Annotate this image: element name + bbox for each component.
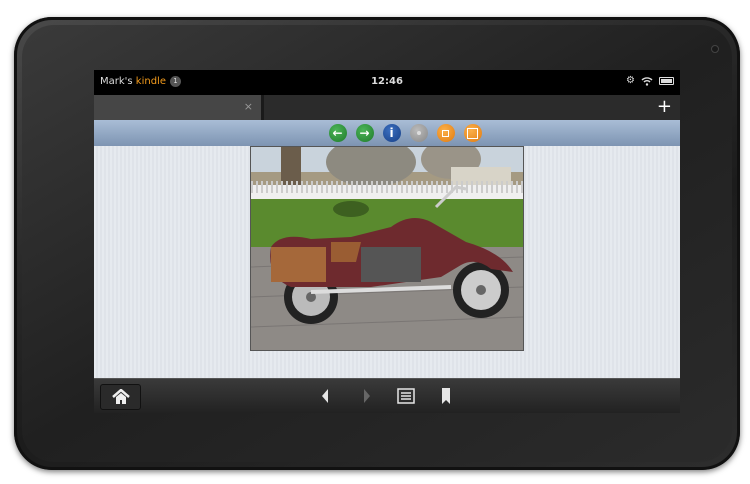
gear-icon[interactable]: ⚙ [626, 75, 635, 86]
forward-arrow-icon[interactable]: → [355, 124, 374, 142]
clock: 12:46 [371, 76, 403, 87]
back-icon[interactable] [320, 388, 330, 404]
disabled-dot-icon[interactable] [409, 124, 428, 142]
home-icon [111, 389, 130, 404]
wifi-icon[interactable] [641, 76, 653, 86]
battery-icon[interactable] [659, 76, 674, 85]
new-tab-button[interactable]: + [657, 96, 672, 117]
small-square-icon[interactable] [436, 124, 455, 142]
info-icon[interactable]: i [382, 124, 401, 142]
large-square-icon[interactable] [463, 124, 482, 142]
screen: Mark's kindle 1 12:46 ⚙ × + ← → i [94, 70, 680, 413]
forward-icon[interactable] [362, 388, 372, 404]
back-arrow-icon[interactable]: ← [328, 124, 347, 142]
camera [711, 45, 719, 53]
bookmark-icon[interactable] [441, 388, 451, 405]
home-button[interactable] [100, 384, 141, 410]
browser-tab[interactable]: × [94, 95, 264, 120]
bottom-navigation-bar [94, 378, 680, 413]
motorcycle-photo[interactable] [250, 137, 524, 351]
close-tab-icon[interactable]: × [244, 100, 253, 113]
photo-graphic [250, 137, 524, 350]
image-viewer [94, 137, 680, 378]
status-bar: Mark's kindle 1 12:46 ⚙ [94, 70, 680, 95]
viewer-toolbar: ← → i [94, 120, 680, 146]
menu-icon[interactable] [397, 388, 415, 404]
tab-bar: × + [94, 95, 680, 120]
